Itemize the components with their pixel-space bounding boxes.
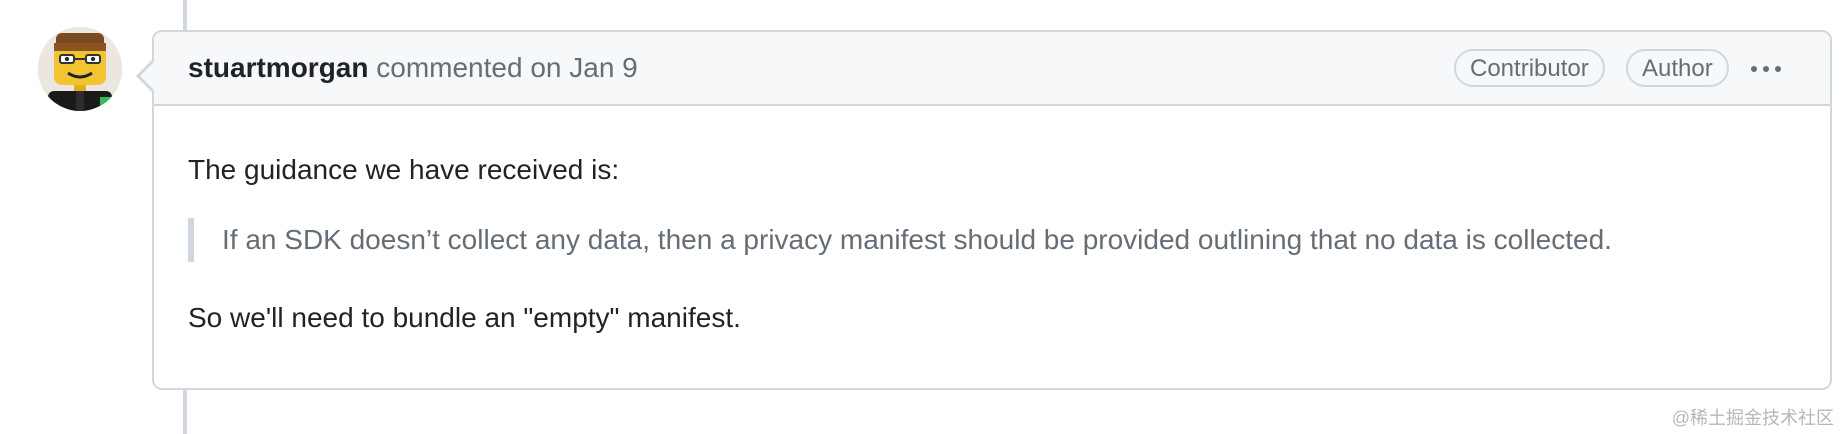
more-options-button[interactable] (1746, 54, 1786, 84)
author-link[interactable]: stuartmorgan (188, 52, 368, 83)
comment-caret-inner (140, 62, 154, 90)
comment-header-text: stuartmorgan commented on Jan 9 (188, 51, 638, 85)
kebab-horizontal-icon (1751, 66, 1757, 72)
comment-blockquote: If an SDK doesn’t collect any data, then… (188, 218, 1612, 262)
contributor-badge[interactable]: Contributor (1454, 49, 1605, 87)
watermark-text: @稀土掘金技术社区 (1671, 408, 1834, 428)
avatar-image-icon (38, 27, 122, 111)
avatar[interactable] (38, 27, 122, 111)
timeline-stage: stuartmorgan commented on Jan 9 Contribu… (0, 0, 1844, 434)
comment-action-text: commented on (376, 52, 562, 83)
comment-box: stuartmorgan commented on Jan 9 Contribu… (136, 30, 1832, 390)
author-badge[interactable]: Author (1626, 49, 1729, 87)
kebab-dot (1775, 66, 1781, 72)
comment-paragraph: The guidance we have received is: (188, 154, 620, 185)
kebab-dot (1763, 66, 1769, 72)
comment-paragraph: So we'll need to bundle an "empty" manif… (188, 302, 741, 333)
comment-date-link[interactable]: Jan 9 (569, 52, 638, 83)
comment-header: stuartmorgan commented on Jan 9 Contribu… (140, 32, 1830, 106)
